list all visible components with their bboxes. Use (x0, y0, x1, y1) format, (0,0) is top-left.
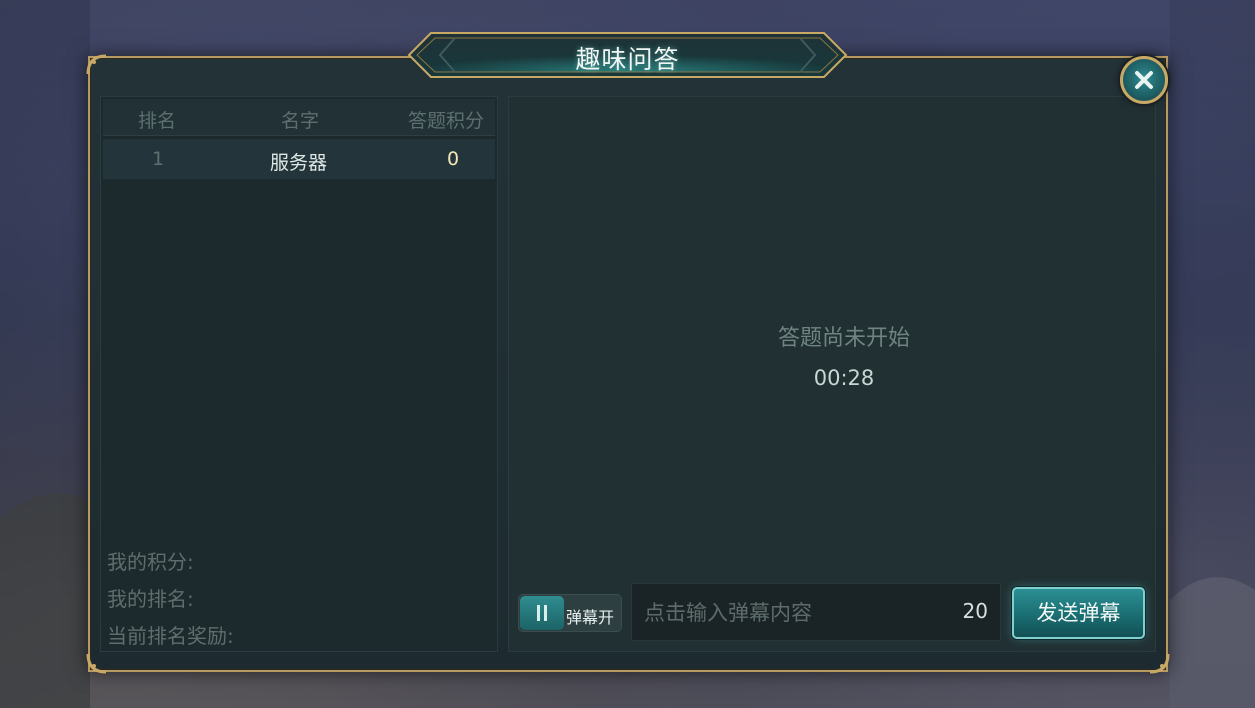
my-score-label: 我的积分: (107, 550, 194, 574)
row-name: 服务器 (270, 152, 328, 174)
header-score: 答题积分 (408, 110, 485, 132)
corner-ornament-top-left (86, 54, 108, 76)
char-limit-count: 20 (962, 599, 988, 623)
header-name: 名字 (281, 110, 320, 132)
leaderboard-header: 排名 名字 答题积分 (103, 99, 495, 136)
row-score: 0 (447, 148, 460, 170)
corner-ornament-bottom-right (1148, 652, 1170, 674)
header-rank: 排名 (138, 110, 177, 132)
quiz-status-text: 答题尚未开始 (777, 326, 910, 351)
send-danmu-button[interactable]: 发送弹幕 (1012, 587, 1145, 639)
corner-ornament-bottom-left (86, 652, 108, 674)
countdown-timer: 00:28 (813, 366, 875, 390)
danmu-input[interactable] (642, 584, 946, 642)
dialog-title: 趣味问答 (575, 45, 680, 74)
danmu-toggle-label: 弹幕开 (566, 608, 615, 627)
current-reward-label: 当前排名奖励: (107, 624, 234, 648)
row-rank: 1 (152, 148, 165, 170)
close-button[interactable] (1120, 56, 1168, 104)
toggle-knob (520, 596, 564, 630)
danmu-input-box[interactable]: 20 (631, 583, 1001, 642)
title-plate: 趣味问答 (405, 30, 850, 80)
pause-icon (537, 605, 547, 621)
leaderboard-row: 1 服务器 0 (103, 139, 495, 179)
my-rank-label: 我的排名: (107, 587, 194, 611)
close-icon (1135, 71, 1153, 89)
danmu-toggle[interactable]: 弹幕开 (518, 594, 622, 632)
